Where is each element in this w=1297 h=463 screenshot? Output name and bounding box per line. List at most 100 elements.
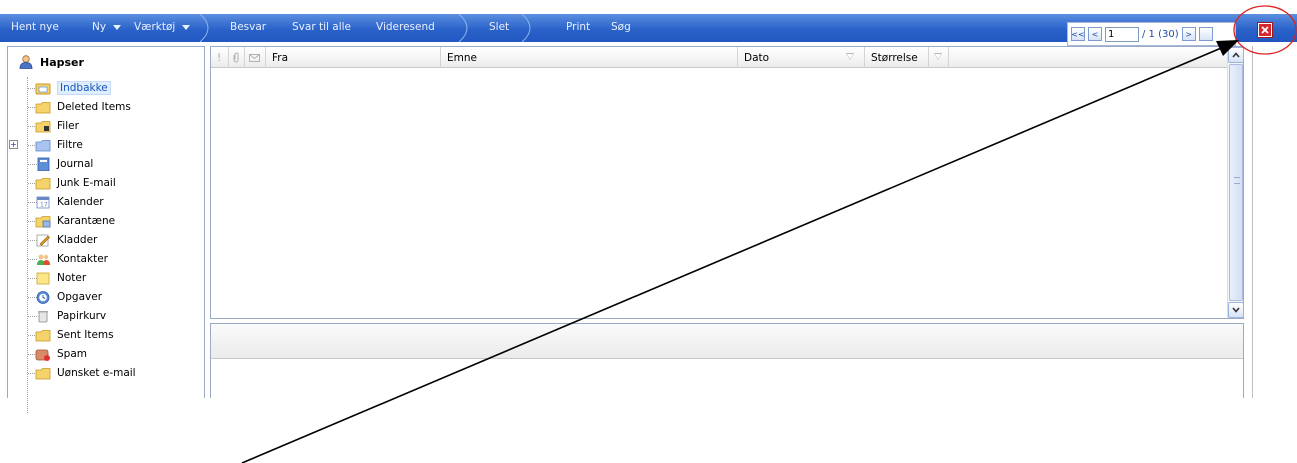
forward-button[interactable]: Videresend — [376, 21, 435, 33]
folder-item[interactable]: Kladder — [35, 231, 97, 249]
expand-toggle[interactable]: + — [9, 140, 18, 149]
inbox-folder-icon — [35, 83, 51, 95]
toolbar-separator — [199, 14, 209, 42]
column-subject[interactable]: Emne — [441, 47, 738, 68]
folder-item[interactable]: Filtre — [35, 136, 83, 154]
new-menu-button[interactable]: Ny — [92, 21, 122, 33]
calendar-icon: 17 — [36, 196, 50, 209]
previous-page-button[interactable]: < — [1088, 27, 1102, 41]
paperclip-icon — [233, 52, 239, 63]
folder-label: Kladder — [57, 234, 98, 246]
user-icon — [19, 55, 33, 69]
scroll-thumb[interactable] — [1229, 64, 1243, 301]
toolbar-separator — [521, 14, 531, 42]
message-list: ! Fra Emne Dato Størrelse — [210, 46, 1244, 319]
scroll-up-button[interactable] — [1228, 47, 1244, 63]
quarantine-icon — [35, 216, 51, 228]
folder-label: Filtre — [57, 139, 83, 151]
column-attachment[interactable] — [229, 47, 245, 68]
close-button[interactable] — [1257, 22, 1273, 38]
folder-label: Opgaver — [57, 291, 103, 303]
folder-item[interactable]: Uønsket e-mail — [35, 364, 136, 382]
folder-item[interactable]: Noter — [35, 269, 86, 287]
folder-item[interactable]: Junk E-mail — [35, 174, 116, 192]
folder-label: Filer — [57, 120, 79, 132]
folder-label: Indbakke — [57, 81, 111, 95]
folder-label: Journal — [57, 158, 94, 170]
spam-icon — [35, 349, 50, 361]
scroll-grip — [1234, 177, 1240, 184]
toolbar-separator — [458, 14, 468, 42]
folder-item[interactable]: Sent Items — [35, 326, 114, 344]
folder-item[interactable]: Papirkurv — [35, 307, 106, 325]
chevron-down-icon — [182, 24, 191, 30]
folder-icon — [35, 178, 51, 190]
column-date-label: Dato — [744, 51, 770, 64]
folder-icon — [35, 368, 51, 380]
folder-tree: Hapser Indbakke Deleted Items Filer Filtre +… — [7, 46, 205, 413]
trash-icon — [38, 311, 48, 323]
filter-folder-icon — [35, 140, 51, 152]
reading-pane-header — [211, 324, 1243, 359]
message-list-header: ! Fra Emne Dato Størrelse — [211, 47, 1227, 68]
column-date[interactable]: Dato — [738, 47, 865, 68]
contacts-icon — [37, 254, 50, 265]
get-new-button[interactable]: Hent nye — [11, 21, 59, 33]
folder-label: Deleted Items — [57, 101, 131, 113]
chevron-down-icon — [1232, 307, 1240, 313]
folder-icon — [35, 102, 51, 114]
first-page-button[interactable]: << — [1071, 27, 1085, 41]
mailbox-root[interactable]: Hapser — [18, 55, 84, 69]
pagination-control: << < / 1 (30) > — [1067, 22, 1236, 46]
folder-item[interactable]: Deleted Items — [35, 98, 131, 116]
folder-label: Kalender — [57, 196, 104, 208]
mailbox-root-label: Hapser — [40, 55, 84, 69]
message-list-scrollbar[interactable] — [1227, 47, 1244, 318]
reading-pane — [210, 323, 1244, 398]
chevron-down-icon — [113, 24, 122, 30]
folder-item[interactable]: Filer — [35, 117, 79, 135]
filter-icon — [934, 53, 942, 60]
column-from[interactable]: Fra — [266, 47, 441, 68]
folder-item[interactable]: Journal — [35, 155, 93, 173]
search-button[interactable]: Søg — [611, 21, 631, 33]
folder-label: Noter — [57, 272, 87, 284]
last-page-button[interactable] — [1198, 27, 1213, 41]
folder-label: Sent Items — [57, 329, 114, 341]
next-page-button[interactable]: > — [1181, 27, 1196, 41]
scroll-down-button[interactable] — [1228, 302, 1244, 318]
column-importance[interactable]: ! — [211, 47, 229, 68]
delete-button[interactable]: Slet — [489, 21, 509, 33]
tools-menu-label: Værktøj — [134, 21, 176, 33]
folder-item[interactable]: Indbakke — [35, 79, 111, 97]
column-size[interactable]: Størrelse — [865, 47, 929, 68]
new-menu-label: Ny — [92, 21, 107, 33]
folder-item[interactable]: Spam — [35, 345, 87, 363]
folder-label: Spam — [57, 348, 87, 360]
right-panel-border — [1252, 46, 1253, 398]
drafts-icon — [36, 234, 50, 247]
column-read[interactable] — [245, 47, 266, 68]
folder-label: Kontakter — [57, 253, 108, 265]
files-folder-icon — [35, 121, 51, 133]
reply-all-button[interactable]: Svar til alle — [292, 21, 351, 33]
page-count-text: / 1 (30) — [1142, 28, 1179, 40]
folder-item[interactable]: Opgaver — [35, 288, 102, 306]
print-button[interactable]: Print — [566, 21, 590, 33]
folder-item[interactable]: 17 Kalender — [35, 193, 104, 211]
folder-item[interactable]: Kontakter — [35, 250, 108, 268]
folder-label: Papirkurv — [57, 310, 107, 322]
close-icon — [1261, 26, 1269, 34]
tree-guide-line — [27, 77, 28, 413]
journal-icon — [37, 157, 50, 171]
reply-button[interactable]: Besvar — [230, 21, 266, 33]
tasks-icon — [36, 291, 50, 304]
chevron-up-icon — [1232, 52, 1240, 58]
page-number-input[interactable] — [1105, 26, 1139, 42]
folder-item[interactable]: Karantæne — [35, 212, 115, 230]
column-filter[interactable] — [929, 47, 949, 68]
notes-icon — [36, 272, 50, 285]
tools-menu-button[interactable]: Værktøj — [134, 21, 191, 33]
folder-label: Uønsket e-mail — [57, 367, 136, 379]
plus-icon: + — [10, 140, 17, 149]
